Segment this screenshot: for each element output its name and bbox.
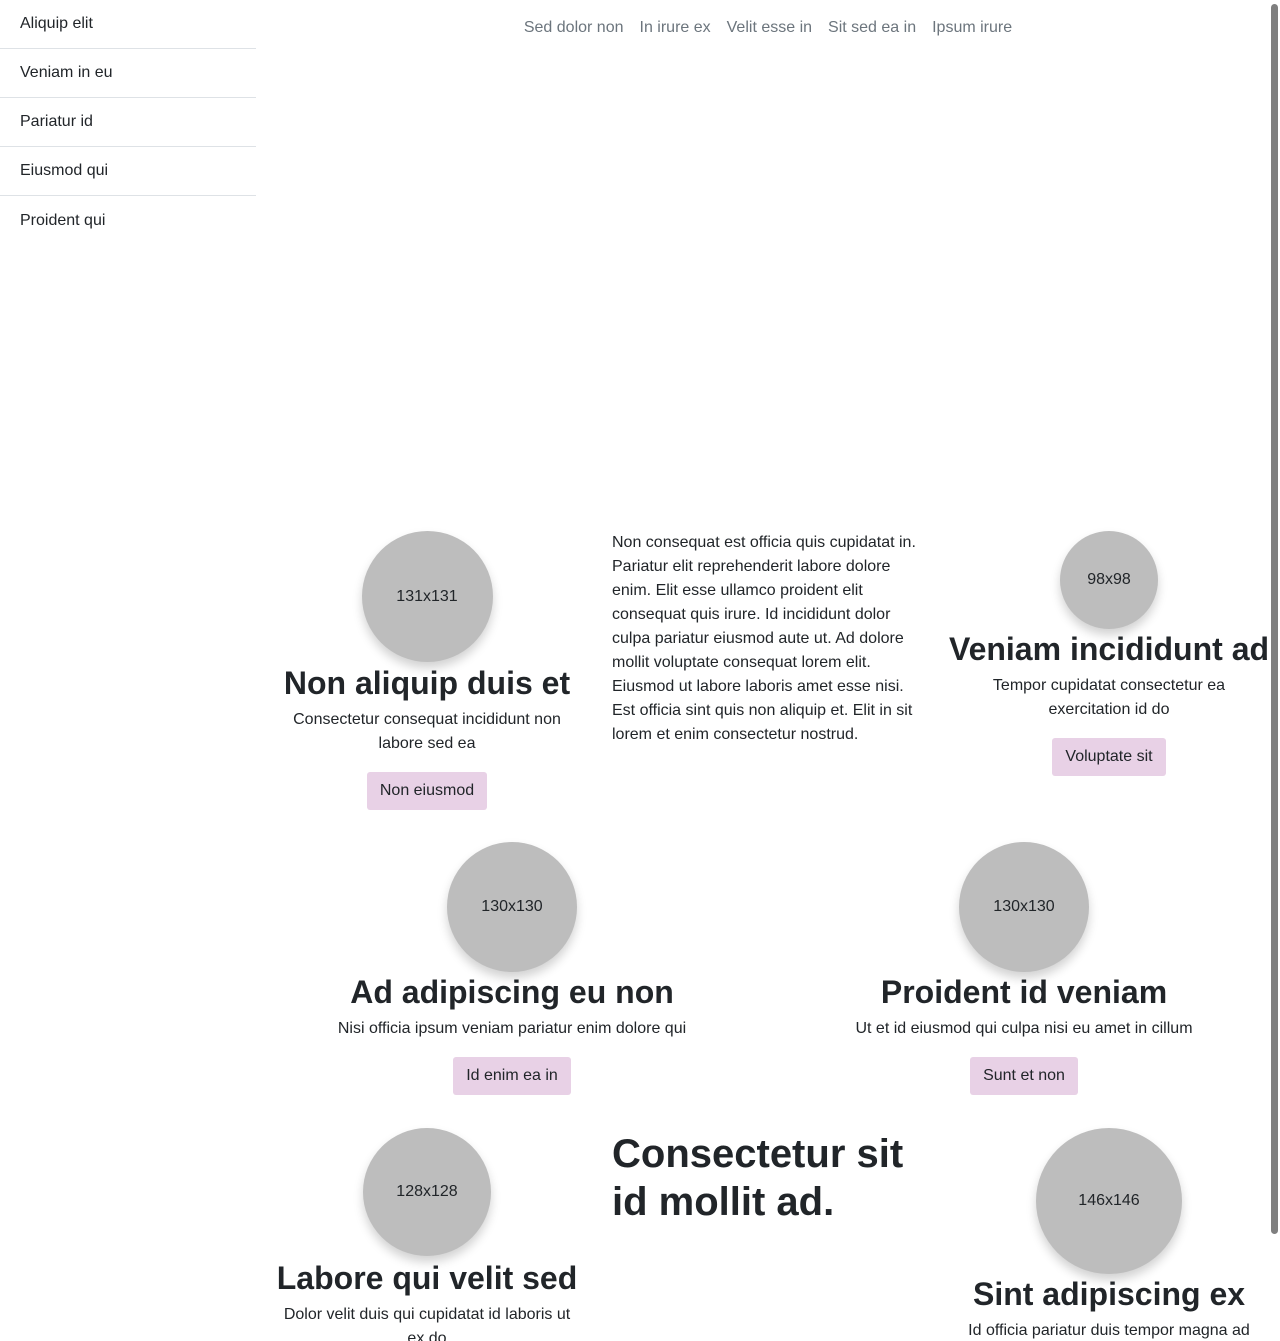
card-text: Tempor cupidatat consectetur ea exercita… bbox=[992, 677, 1226, 718]
scrollbar[interactable] bbox=[1271, 4, 1278, 1234]
nav-link-sit-sed-ea-in[interactable]: Sit sed ea in bbox=[820, 19, 924, 37]
nav-link-ipsum-irure[interactable]: Ipsum irure bbox=[924, 19, 1020, 37]
card-title: Sint adipiscing ex bbox=[972, 1276, 1246, 1312]
feature-card: 128x128 Labore qui velit sed Dolor velit… bbox=[277, 1128, 577, 1341]
avatar-placeholder: 128x128 bbox=[363, 1128, 491, 1256]
nav-link-in-irure-ex[interactable]: In irure ex bbox=[632, 19, 719, 37]
card-text: Id officia pariatur duis tempor magna ad bbox=[968, 1322, 1250, 1339]
card-title: Non aliquip duis et bbox=[283, 665, 571, 701]
body-paragraph: Non consequat est officia quis cupidatat… bbox=[612, 534, 916, 743]
card-button[interactable]: Sunt et non bbox=[970, 1057, 1078, 1095]
sidebar-item-veniam-in-eu[interactable]: Veniam in eu bbox=[0, 49, 256, 98]
feature-card: 146x146 Sint adipiscing ex Id officia pa… bbox=[954, 1128, 1264, 1341]
avatar-placeholder: 130x130 bbox=[959, 842, 1089, 972]
sidebar: Aliquip elit Veniam in eu Pariatur id Ei… bbox=[0, 0, 256, 245]
avatar-placeholder: 131x131 bbox=[361, 531, 493, 662]
card-title: Veniam incididunt ad bbox=[948, 631, 1270, 667]
feature-card: 130x130 Ad adipiscing eu non Nisi offici… bbox=[312, 842, 712, 1095]
card-text: Dolor velit duis qui cupidatat id labori… bbox=[283, 1306, 571, 1341]
nav-link-sed-dolor-non[interactable]: Sed dolor non bbox=[516, 19, 632, 37]
avatar-placeholder: 146x146 bbox=[1036, 1128, 1182, 1274]
card-text: Consectetur consequat incididunt non lab… bbox=[293, 711, 561, 752]
sidebar-item-aliquip-elit[interactable]: Aliquip elit bbox=[0, 0, 256, 49]
feature-card: 131x131 Non aliquip duis et Consectetur … bbox=[277, 531, 577, 810]
card-title: Labore qui velit sed bbox=[276, 1260, 578, 1296]
card-button[interactable]: Non eiusmod bbox=[366, 772, 488, 810]
card-button[interactable]: Id enim ea in bbox=[453, 1057, 571, 1095]
section-heading: Consectetur sit id mollit ad. bbox=[612, 1132, 904, 1224]
card-text: Nisi officia ipsum veniam pariatur enim … bbox=[337, 1020, 687, 1037]
feature-card: 130x130 Proident id veniam Ut et id eius… bbox=[824, 842, 1224, 1095]
card-title: Ad adipiscing eu non bbox=[350, 974, 674, 1010]
sidebar-item-pariatur-id[interactable]: Pariatur id bbox=[0, 98, 256, 147]
feature-card: 98x98 Veniam incididunt ad Tempor cupida… bbox=[949, 531, 1269, 776]
avatar-placeholder: 98x98 bbox=[1060, 531, 1158, 629]
top-nav: Sed dolor non In irure ex Velit esse in … bbox=[256, 0, 1280, 56]
card-button[interactable]: Voluptate sit bbox=[1052, 738, 1166, 776]
sidebar-item-eiusmod-qui[interactable]: Eiusmod qui bbox=[0, 147, 256, 196]
avatar-placeholder: 130x130 bbox=[447, 842, 577, 972]
nav-link-velit-esse-in[interactable]: Velit esse in bbox=[719, 19, 820, 37]
sidebar-item-proident-qui[interactable]: Proident qui bbox=[0, 196, 256, 245]
card-text: Ut et id eiusmod qui culpa nisi eu amet … bbox=[855, 1020, 1193, 1037]
card-title: Proident id veniam bbox=[880, 974, 1168, 1010]
